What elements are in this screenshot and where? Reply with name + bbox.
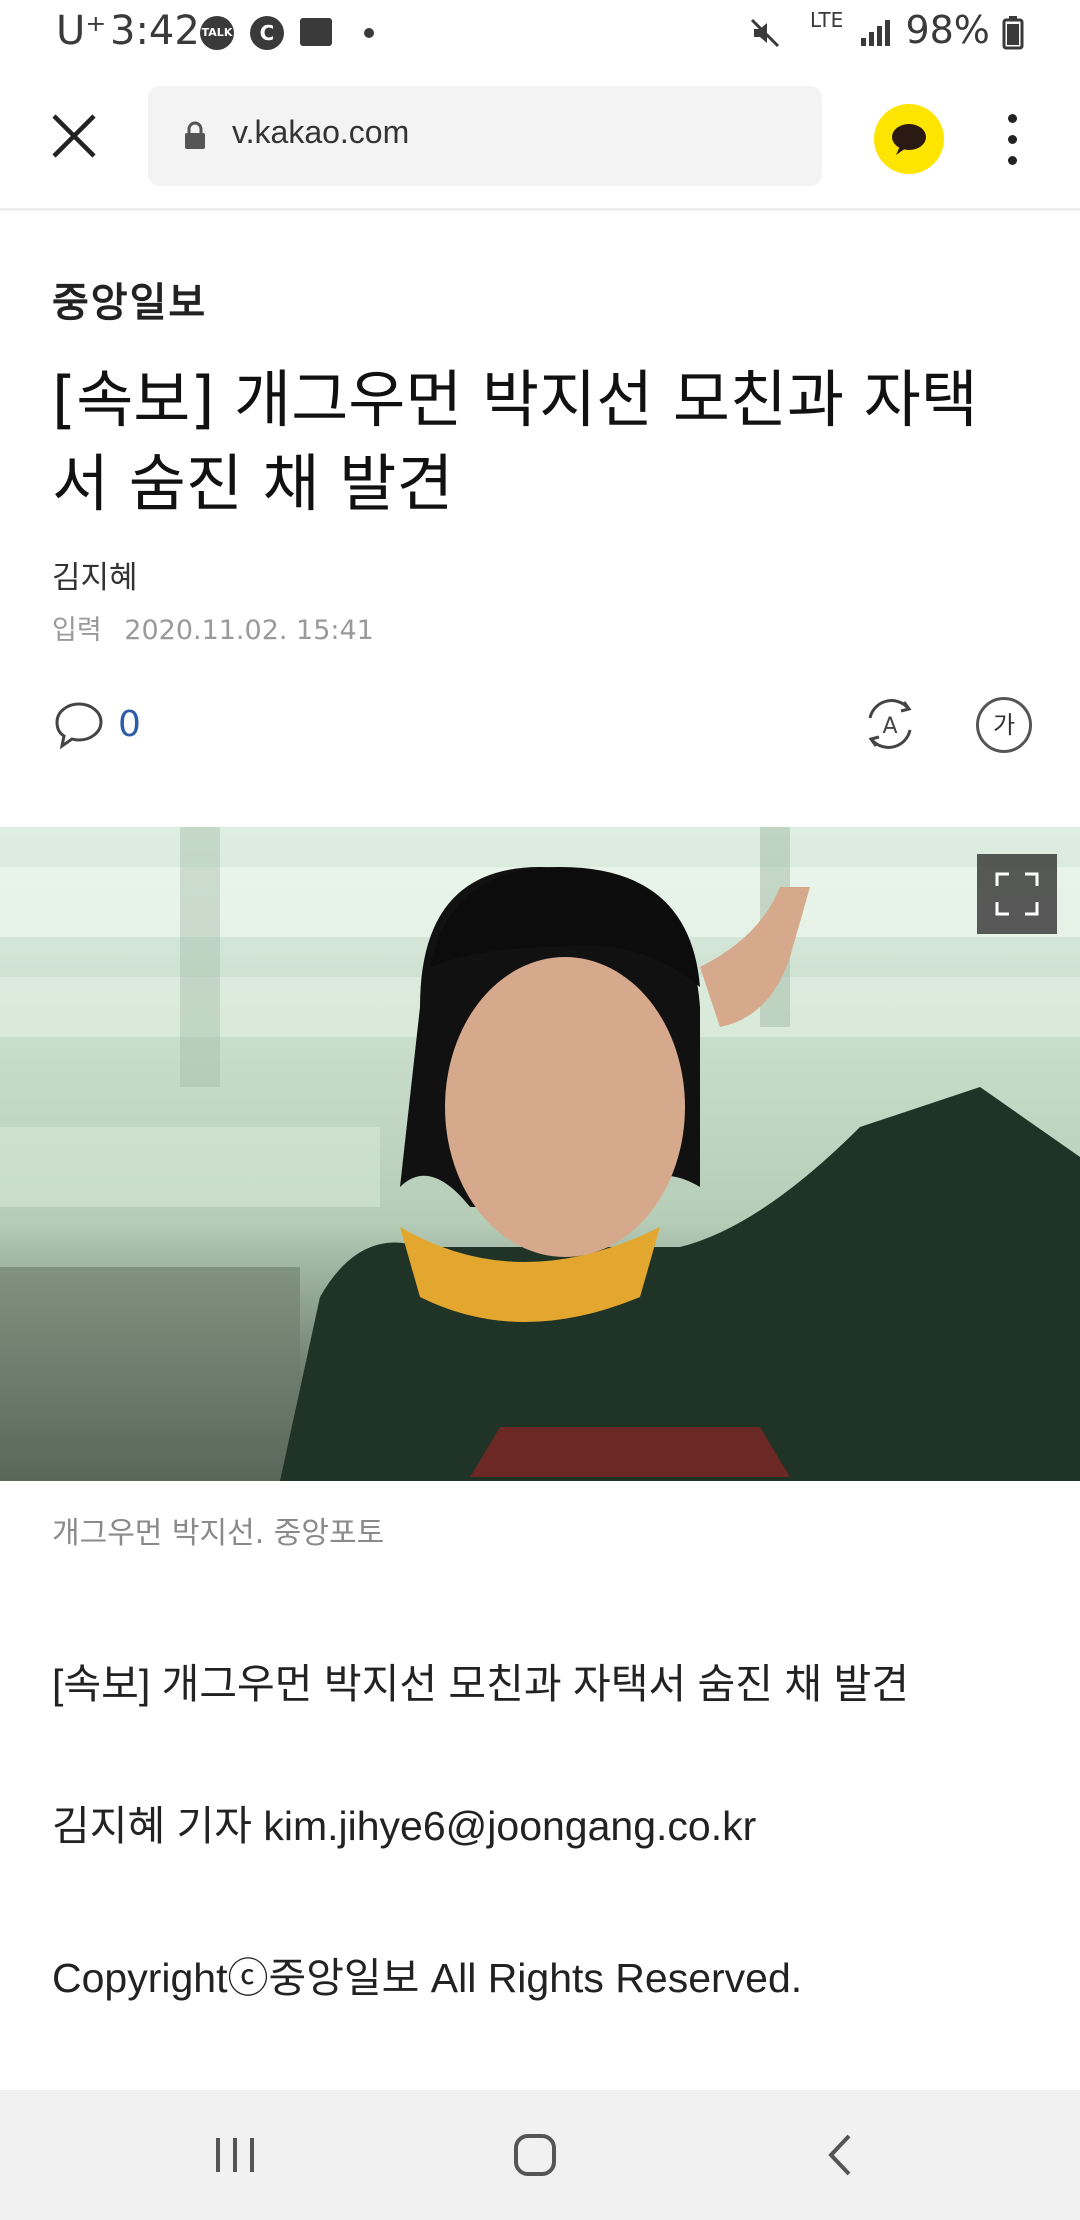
home-icon: [514, 2134, 556, 2176]
expand-photo-button[interactable]: [977, 854, 1057, 934]
status-bar: U⁺ 3:42 TALK C LTE 98%: [0, 0, 1080, 68]
body-paragraph-2: 김지혜 기자 kim.jihye6@joongang.co.kr: [52, 1803, 757, 1849]
close-button[interactable]: [44, 106, 104, 166]
more-notifications-dot-icon: [364, 28, 374, 38]
article-photo[interactable]: [0, 827, 1080, 1481]
photo-caption: 개그우먼 박지선. 중앙포토: [52, 1516, 385, 1551]
recent-apps-button[interactable]: [200, 2120, 270, 2190]
url-text: v.kakao.com: [232, 114, 410, 150]
image-notification-icon: [300, 18, 332, 46]
translate-icon: A: [868, 699, 912, 749]
photo-illustration: [0, 827, 1080, 1481]
network-type: LTE: [810, 8, 844, 32]
close-icon: [52, 114, 96, 158]
clock: 3:42: [110, 8, 200, 54]
kakaotalk-share-button[interactable]: [874, 104, 944, 174]
body-paragraph-3: Copyrightⓒ중앙일보 All Rights Reserved.: [52, 1955, 803, 2001]
carrier-label: U⁺: [56, 8, 107, 54]
system-status: LTE 98%: [750, 8, 1024, 52]
press-logo[interactable]: 중앙일보: [52, 270, 207, 328]
author-name: 김지혜: [52, 560, 138, 596]
home-button[interactable]: [500, 2120, 570, 2190]
comment-icon: [55, 702, 103, 750]
publish-date: 입력 2020.11.02. 15:41: [52, 608, 374, 647]
body-paragraph-1: [속보] 개그우먼 박지선 모친과 자택서 숨진 채 발견: [52, 1661, 909, 1707]
address-bar[interactable]: v.kakao.com: [148, 86, 822, 186]
date-value: 2020.11.02. 15:41: [124, 615, 374, 646]
browser-toolbar: v.kakao.com: [0, 68, 1080, 211]
kakaotalk-notification-icon: TALK: [200, 16, 234, 50]
expand-icon: [995, 872, 1039, 916]
article-headline: [속보] 개그우먼 박지선 모친과 자택서 숨진 채 발견: [52, 363, 978, 520]
back-button[interactable]: [805, 2120, 875, 2190]
lock-icon: [185, 121, 205, 149]
battery-icon: [1002, 15, 1024, 49]
translate-button[interactable]: A: [860, 694, 920, 754]
system-navigation-bar: [0, 2090, 1080, 2220]
battery-percent: 98%: [905, 8, 990, 52]
date-label: 입력: [52, 615, 102, 646]
mute-icon: [750, 18, 779, 47]
recent-apps-icon: [216, 2138, 254, 2172]
svg-text:A: A: [882, 714, 897, 739]
comment-count: 0: [118, 704, 141, 745]
signal-icon: [861, 19, 891, 46]
font-size-button[interactable]: 가: [976, 697, 1032, 753]
more-menu-button[interactable]: [994, 108, 1030, 172]
kakaotalk-icon: [892, 124, 926, 155]
c-notification-icon: C: [250, 16, 284, 50]
back-icon: [828, 2134, 851, 2176]
